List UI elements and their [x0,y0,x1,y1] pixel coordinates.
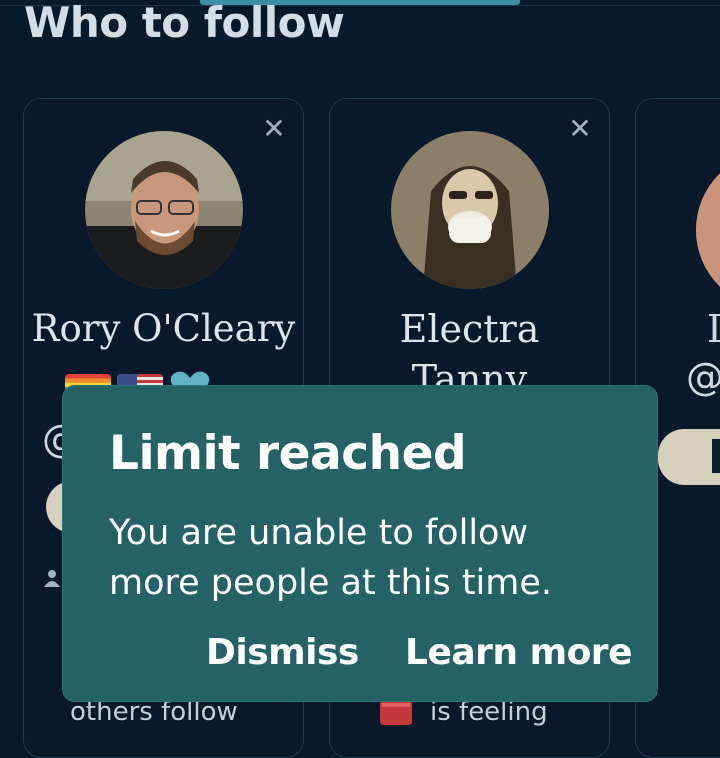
close-icon[interactable]: ✕ [567,115,593,143]
person-icon [44,569,60,591]
section-title: Who to follow [24,0,345,47]
dialog-title: Limit reached [109,426,467,481]
display-name[interactable]: Rory O'Cleary [24,307,303,350]
close-icon[interactable]: ✕ [261,115,287,143]
avatar[interactable] [85,131,243,289]
mutual-followers-text: others follow [70,697,238,727]
display-name[interactable]: Electra [330,307,609,351]
mutual-followers-text: is feeling [430,697,548,727]
avatar[interactable] [391,131,549,289]
learn-more-button[interactable]: Learn more [405,632,632,673]
avatar[interactable] [696,151,720,309]
book-icon [378,699,414,729]
handle: @ [686,355,720,399]
follow-button[interactable] [658,429,720,485]
dismiss-button[interactable]: Dismiss [206,632,359,673]
limit-reached-dialog: Limit reached You are unable to follow m… [63,386,657,701]
dialog-message: You are unable to follow more people at … [109,513,553,603]
display-name[interactable]: D [707,307,720,351]
button-label-fragment [712,439,720,473]
